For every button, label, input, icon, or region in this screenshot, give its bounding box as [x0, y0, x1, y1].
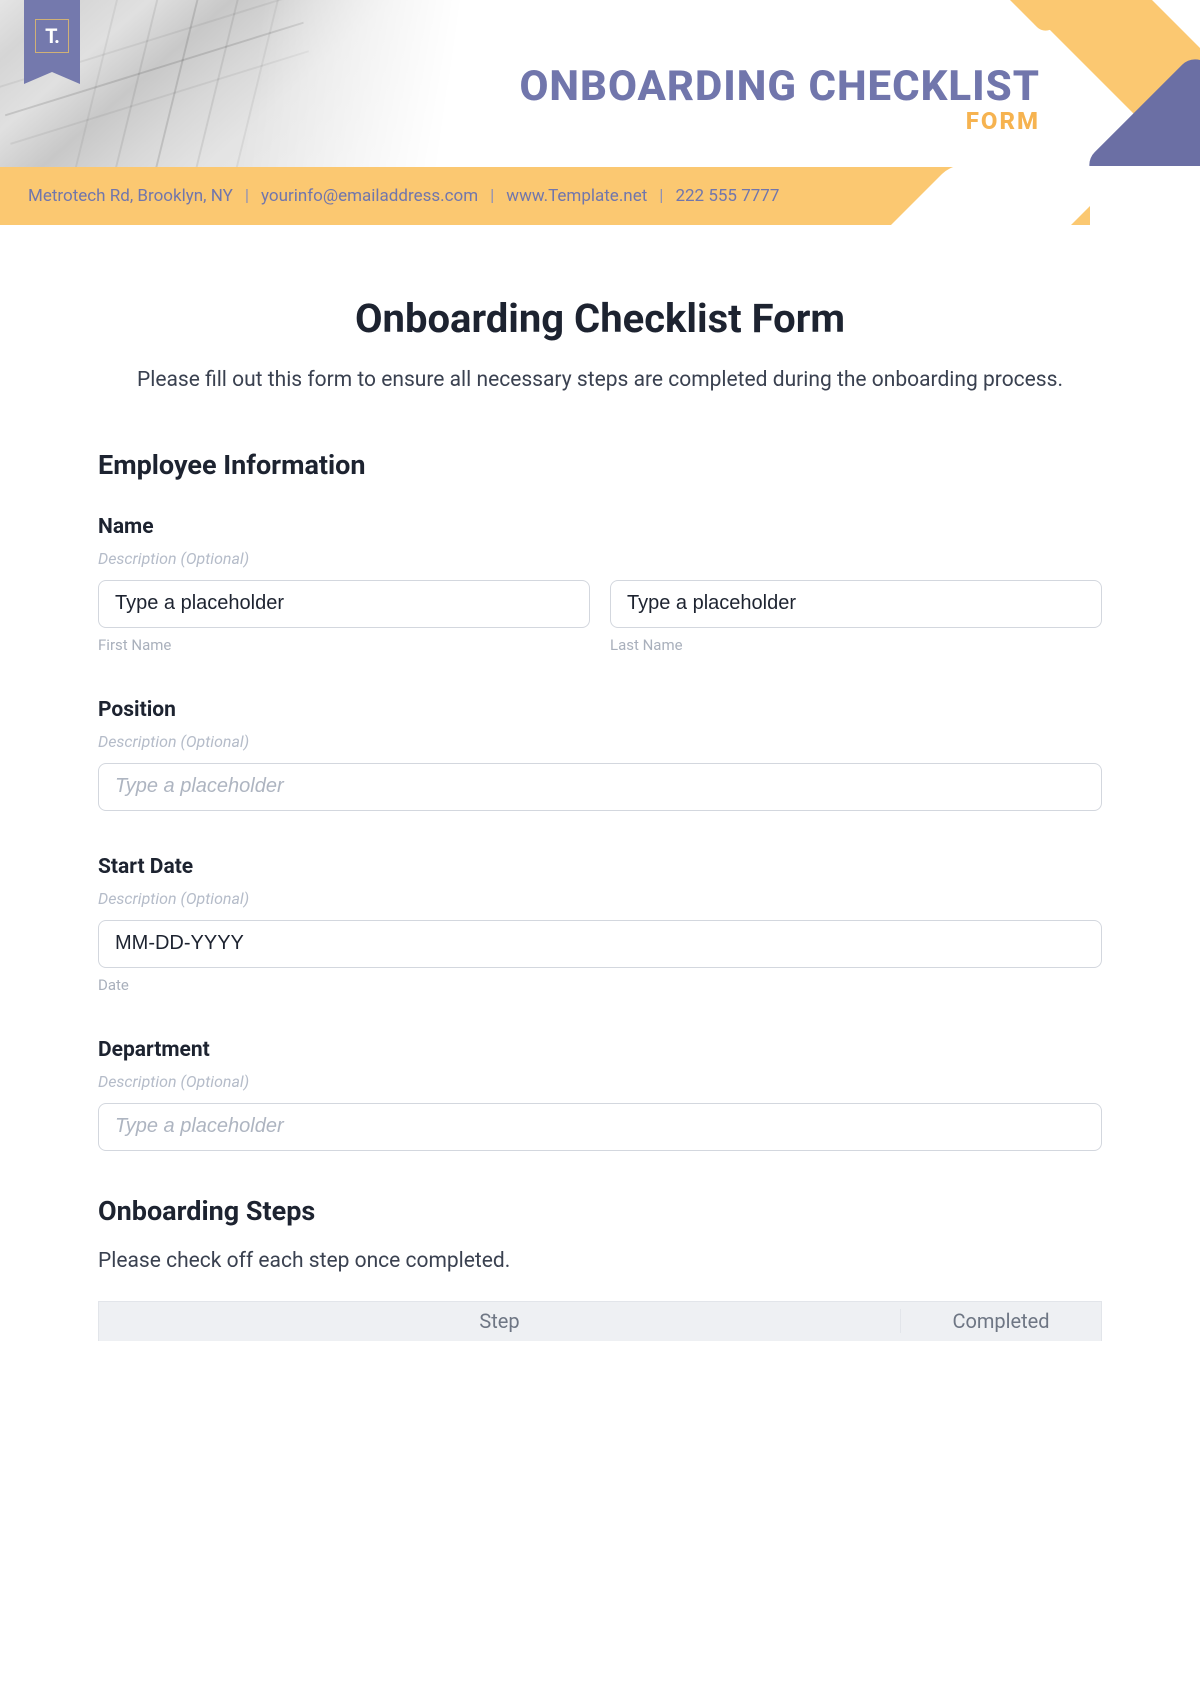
- position-input[interactable]: [98, 763, 1102, 811]
- logo-ribbon: T.: [24, 0, 80, 72]
- field-name: Name Description (Optional) First Name L…: [98, 515, 1102, 654]
- contact-website: www.Template.net: [506, 186, 647, 206]
- separator: |: [245, 186, 249, 206]
- name-label: Name: [98, 515, 1102, 539]
- department-description: Description (Optional): [98, 1072, 1102, 1091]
- logo-letter: T.: [35, 19, 69, 53]
- decor-cut: [1090, 166, 1200, 225]
- start-date-label: Start Date: [98, 855, 1102, 879]
- banner-title-block: ONBOARDING CHECKLIST FORM: [519, 62, 1040, 135]
- contact-info-bar: Metrotech Rd, Brooklyn, NY | yourinfo@em…: [0, 167, 1200, 225]
- steps-intro-text: Please check off each step once complete…: [98, 1249, 1102, 1273]
- contact-address: Metrotech Rd, Brooklyn, NY: [28, 186, 233, 206]
- header-banner: T. ONBOARDING CHECKLIST FORM Metrotech R…: [0, 0, 1200, 225]
- separator: |: [659, 186, 663, 206]
- last-name-sublabel: Last Name: [610, 636, 1102, 654]
- col-step: Step: [99, 1309, 901, 1333]
- contact-phone: 222 555 7777: [675, 186, 779, 206]
- first-name-input[interactable]: [98, 580, 590, 628]
- department-input[interactable]: [98, 1103, 1102, 1151]
- contact-email: yourinfo@emailaddress.com: [261, 186, 478, 206]
- form-content: Onboarding Checklist Form Please fill ou…: [0, 225, 1200, 1341]
- position-description: Description (Optional): [98, 732, 1102, 751]
- page-title: Onboarding Checklist Form: [98, 295, 1102, 342]
- section-employee-info: Employee Information: [98, 449, 1102, 481]
- start-date-description: Description (Optional): [98, 889, 1102, 908]
- separator: |: [490, 186, 494, 206]
- banner-title: ONBOARDING CHECKLIST: [519, 62, 1040, 111]
- start-date-input[interactable]: [98, 920, 1102, 968]
- field-position: Position Description (Optional): [98, 698, 1102, 811]
- steps-table-header: Step Completed: [98, 1301, 1102, 1341]
- last-name-input[interactable]: [610, 580, 1102, 628]
- field-start-date: Start Date Description (Optional) Date: [98, 855, 1102, 994]
- name-description: Description (Optional): [98, 549, 1102, 568]
- col-completed: Completed: [901, 1309, 1101, 1333]
- field-department: Department Description (Optional): [98, 1038, 1102, 1151]
- form-intro-text: Please fill out this form to ensure all …: [98, 364, 1102, 397]
- first-name-sublabel: First Name: [98, 636, 590, 654]
- section-onboarding-steps: Onboarding Steps: [98, 1195, 1102, 1227]
- position-label: Position: [98, 698, 1102, 722]
- department-label: Department: [98, 1038, 1102, 1062]
- banner-subtitle: FORM: [519, 107, 1040, 135]
- start-date-sublabel: Date: [98, 976, 1102, 994]
